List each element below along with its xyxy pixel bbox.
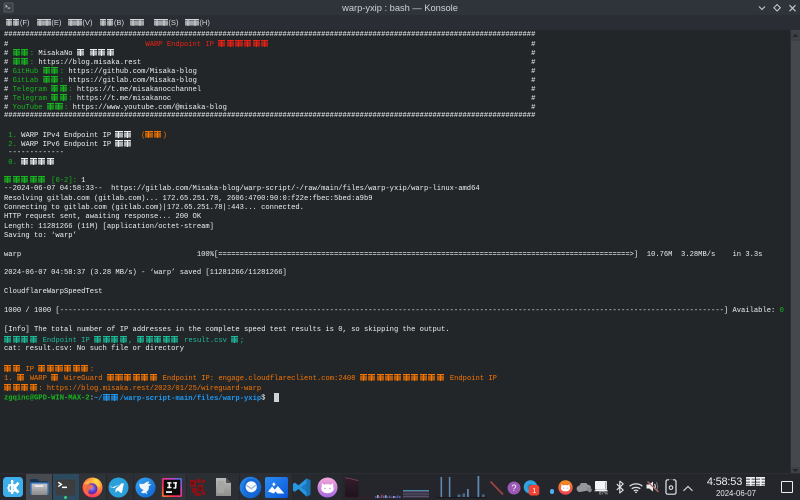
svg-text:87%: 87% [599, 491, 608, 495]
svg-text:?: ? [511, 483, 516, 493]
svg-text:1: 1 [532, 486, 536, 495]
